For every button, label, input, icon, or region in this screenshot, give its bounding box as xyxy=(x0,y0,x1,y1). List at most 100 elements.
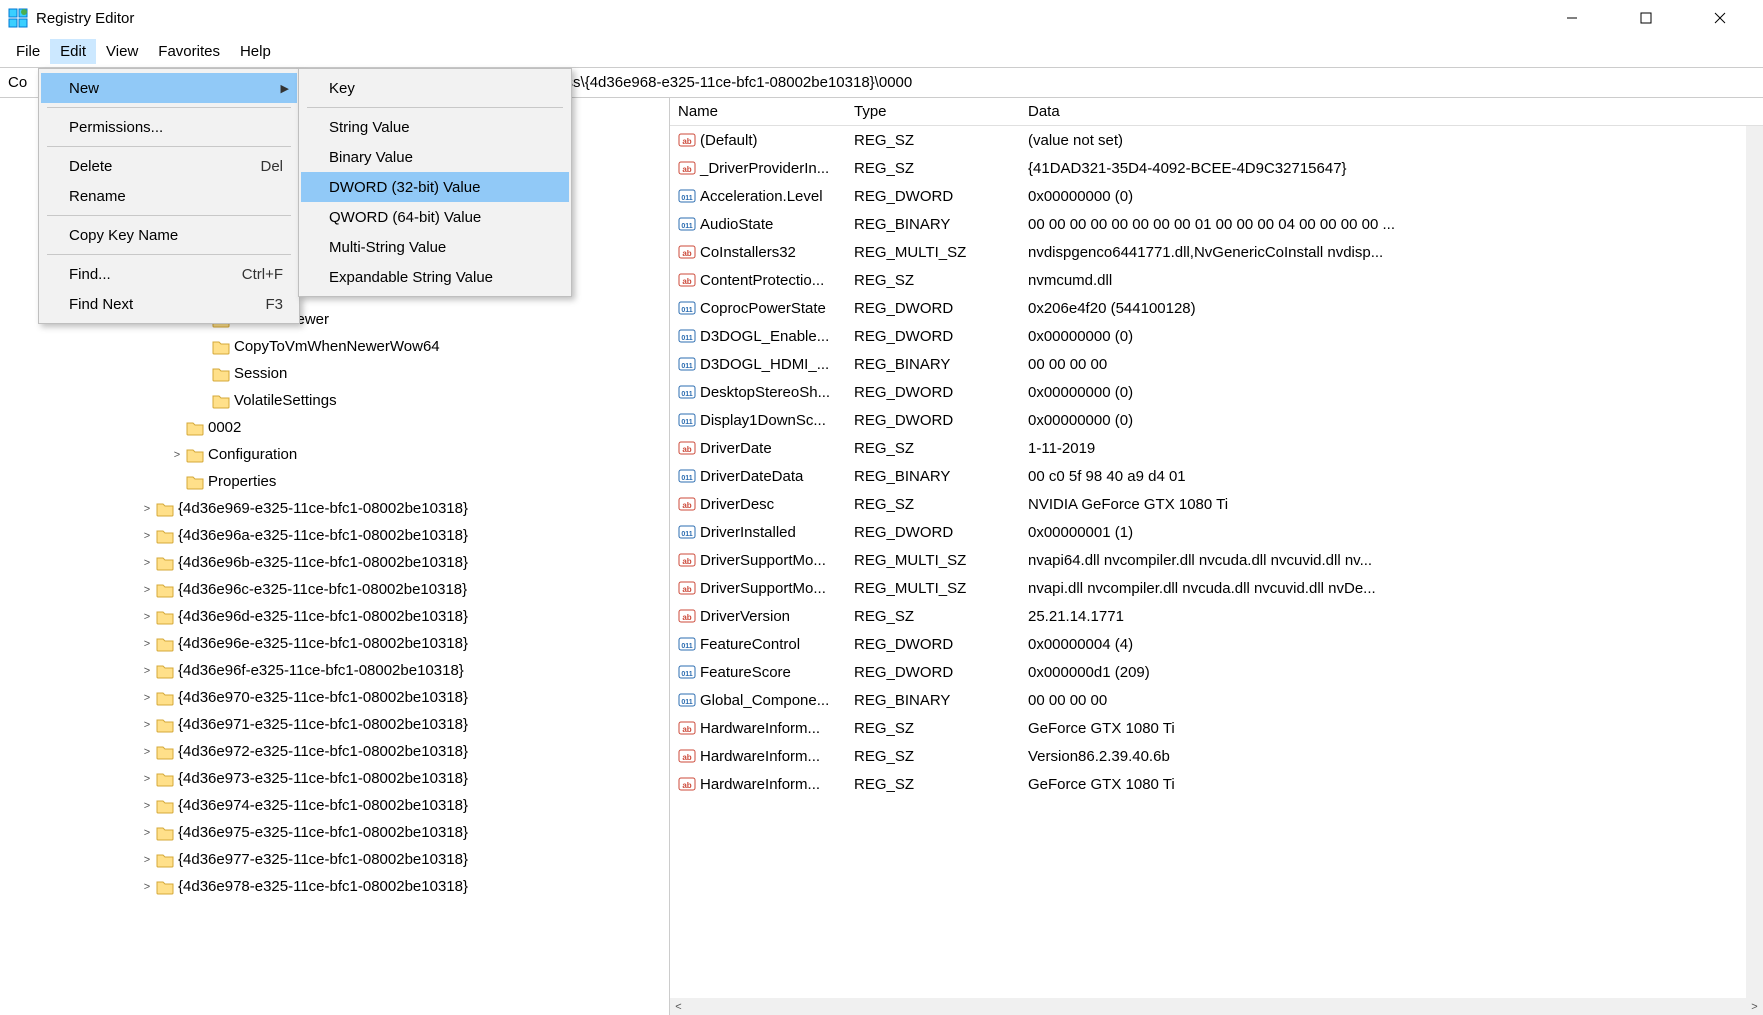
expand-icon[interactable]: > xyxy=(140,827,154,839)
value-row[interactable]: 011CoprocPowerStateREG_DWORD0x206e4f20 (… xyxy=(670,294,1763,322)
value-type: REG_MULTI_SZ xyxy=(846,244,1020,261)
horizontal-scrollbar[interactable]: < > xyxy=(670,998,1763,1015)
expand-icon[interactable]: > xyxy=(140,746,154,758)
menu-edit[interactable]: Edit xyxy=(50,39,96,64)
value-row[interactable]: abDriverDateREG_SZ1-11-2019 xyxy=(670,434,1763,462)
tree-item[interactable]: 0002 xyxy=(0,414,669,441)
expand-icon[interactable]: > xyxy=(140,584,154,596)
expand-icon[interactable]: > xyxy=(140,503,154,515)
tree-item[interactable]: >{4d36e971-e325-11ce-bfc1-08002be10318} xyxy=(0,711,669,738)
value-row[interactable]: 011D3DOGL_HDMI_...REG_BINARY00 00 00 00 xyxy=(670,350,1763,378)
menu-item-dword-32-bit-value[interactable]: DWORD (32-bit) Value xyxy=(301,172,569,202)
expand-icon[interactable]: > xyxy=(140,557,154,569)
expand-icon[interactable]: > xyxy=(140,530,154,542)
expand-icon[interactable]: > xyxy=(170,449,184,461)
column-header-name[interactable]: Name xyxy=(670,103,846,120)
menu-item-find-next[interactable]: Find NextF3 xyxy=(41,289,297,319)
value-row[interactable]: 011DesktopStereoSh...REG_DWORD0x00000000… xyxy=(670,378,1763,406)
maximize-button[interactable] xyxy=(1623,3,1669,33)
tree-item[interactable]: >{4d36e974-e325-11ce-bfc1-08002be10318} xyxy=(0,792,669,819)
value-row[interactable]: abDriverSupportMo...REG_MULTI_SZnvapi64.… xyxy=(670,546,1763,574)
tree-item[interactable]: >{4d36e975-e325-11ce-bfc1-08002be10318} xyxy=(0,819,669,846)
tree-item[interactable]: >{4d36e96e-e325-11ce-bfc1-08002be10318} xyxy=(0,630,669,657)
menu-file[interactable]: File xyxy=(6,39,50,64)
tree-item[interactable]: VolatileSettings xyxy=(0,387,669,414)
menu-item-binary-value[interactable]: Binary Value xyxy=(301,142,569,172)
tree-item[interactable]: >{4d36e96c-e325-11ce-bfc1-08002be10318} xyxy=(0,576,669,603)
tree-item[interactable]: >Configuration xyxy=(0,441,669,468)
menu-item-delete[interactable]: DeleteDel xyxy=(41,151,297,181)
expand-icon[interactable]: > xyxy=(140,881,154,893)
list-body[interactable]: ab(Default)REG_SZ(value not set)ab_Drive… xyxy=(670,126,1763,1015)
minimize-button[interactable] xyxy=(1549,3,1595,33)
tree-item[interactable]: >{4d36e973-e325-11ce-bfc1-08002be10318} xyxy=(0,765,669,792)
tree-item[interactable]: >{4d36e96f-e325-11ce-bfc1-08002be10318} xyxy=(0,657,669,684)
value-row[interactable]: abDriverVersionREG_SZ25.21.14.1771 xyxy=(670,602,1763,630)
tree-item[interactable]: >{4d36e978-e325-11ce-bfc1-08002be10318} xyxy=(0,873,669,900)
menu-item-rename[interactable]: Rename xyxy=(41,181,297,211)
column-header-data[interactable]: Data xyxy=(1020,103,1763,120)
value-row[interactable]: 011FeatureControlREG_DWORD0x00000004 (4) xyxy=(670,630,1763,658)
svg-text:ab: ab xyxy=(682,277,691,286)
expand-icon[interactable]: > xyxy=(140,800,154,812)
value-row[interactable]: abDriverSupportMo...REG_MULTI_SZnvapi.dl… xyxy=(670,574,1763,602)
menu-item-new[interactable]: New▶ xyxy=(41,73,297,103)
tree-item[interactable]: Session xyxy=(0,360,669,387)
value-row[interactable]: abHardwareInform...REG_SZGeForce GTX 108… xyxy=(670,770,1763,798)
value-type: REG_BINARY xyxy=(846,468,1020,485)
tree-item[interactable]: >{4d36e96d-e325-11ce-bfc1-08002be10318} xyxy=(0,603,669,630)
binary-value-icon: 011 xyxy=(678,663,696,681)
menu-item-copy-key-name[interactable]: Copy Key Name xyxy=(41,220,297,250)
value-row[interactable]: 011D3DOGL_Enable...REG_DWORD0x00000000 (… xyxy=(670,322,1763,350)
vertical-scrollbar[interactable] xyxy=(1746,126,1763,998)
expand-icon[interactable]: > xyxy=(140,719,154,731)
tree-item[interactable]: >{4d36e96a-e325-11ce-bfc1-08002be10318} xyxy=(0,522,669,549)
value-row[interactable]: ab_DriverProviderIn...REG_SZ{41DAD321-35… xyxy=(670,154,1763,182)
expand-icon[interactable]: > xyxy=(140,638,154,650)
tree-item[interactable]: >{4d36e970-e325-11ce-bfc1-08002be10318} xyxy=(0,684,669,711)
menu-favorites[interactable]: Favorites xyxy=(148,39,230,64)
tree-item[interactable]: >{4d36e977-e325-11ce-bfc1-08002be10318} xyxy=(0,846,669,873)
menu-item-find[interactable]: Find...Ctrl+F xyxy=(41,259,297,289)
menu-help[interactable]: Help xyxy=(230,39,281,64)
value-row[interactable]: 011Display1DownSc...REG_DWORD0x00000000 … xyxy=(670,406,1763,434)
value-row[interactable]: 011Acceleration.LevelREG_DWORD0x00000000… xyxy=(670,182,1763,210)
tree-item[interactable]: Properties xyxy=(0,468,669,495)
expand-icon[interactable]: > xyxy=(140,665,154,677)
expand-icon[interactable]: > xyxy=(140,692,154,704)
tree-item[interactable]: >{4d36e972-e325-11ce-bfc1-08002be10318} xyxy=(0,738,669,765)
expand-icon[interactable]: > xyxy=(140,611,154,623)
expand-icon[interactable]: > xyxy=(140,773,154,785)
menu-item-label: DWORD (32-bit) Value xyxy=(329,179,480,196)
tree-item[interactable]: CopyToVmWhenNewerWow64 xyxy=(0,333,669,360)
value-row[interactable]: 011DriverDateDataREG_BINARY00 c0 5f 98 4… xyxy=(670,462,1763,490)
expand-icon[interactable]: > xyxy=(140,854,154,866)
value-row[interactable]: 011DriverInstalledREG_DWORD0x00000001 (1… xyxy=(670,518,1763,546)
value-row[interactable]: abHardwareInform...REG_SZVersion86.2.39.… xyxy=(670,742,1763,770)
menu-item-key[interactable]: Key xyxy=(301,73,569,103)
value-row[interactable]: 011Global_Compone...REG_BINARY00 00 00 0… xyxy=(670,686,1763,714)
scroll-right-icon[interactable]: > xyxy=(1746,1001,1763,1013)
value-row[interactable]: abHardwareInform...REG_SZGeForce GTX 108… xyxy=(670,714,1763,742)
menu-view[interactable]: View xyxy=(96,39,148,64)
value-row[interactable]: abCoInstallers32REG_MULTI_SZnvdispgenco6… xyxy=(670,238,1763,266)
tree-item[interactable]: >{4d36e96b-e325-11ce-bfc1-08002be10318} xyxy=(0,549,669,576)
folder-icon xyxy=(186,474,204,490)
menu-item-qword-64-bit-value[interactable]: QWORD (64-bit) Value xyxy=(301,202,569,232)
scroll-left-icon[interactable]: < xyxy=(670,1001,687,1013)
menu-item-string-value[interactable]: String Value xyxy=(301,112,569,142)
value-row[interactable]: ab(Default)REG_SZ(value not set) xyxy=(670,126,1763,154)
close-button[interactable] xyxy=(1697,3,1743,33)
value-name: DriverDate xyxy=(700,440,772,457)
menu-item-permissions[interactable]: Permissions... xyxy=(41,112,297,142)
menu-item-expandable-string-value[interactable]: Expandable String Value xyxy=(301,262,569,292)
value-type: REG_DWORD xyxy=(846,384,1020,401)
tree-item[interactable]: >{4d36e969-e325-11ce-bfc1-08002be10318} xyxy=(0,495,669,522)
value-row[interactable]: 011AudioStateREG_BINARY00 00 00 00 00 00… xyxy=(670,210,1763,238)
binary-value-icon: 011 xyxy=(678,635,696,653)
value-row[interactable]: abContentProtectio...REG_SZnvmcumd.dll xyxy=(670,266,1763,294)
value-row[interactable]: abDriverDescREG_SZNVIDIA GeForce GTX 108… xyxy=(670,490,1763,518)
value-row[interactable]: 011FeatureScoreREG_DWORD0x000000d1 (209) xyxy=(670,658,1763,686)
menu-item-multi-string-value[interactable]: Multi-String Value xyxy=(301,232,569,262)
column-header-type[interactable]: Type xyxy=(846,103,1020,120)
